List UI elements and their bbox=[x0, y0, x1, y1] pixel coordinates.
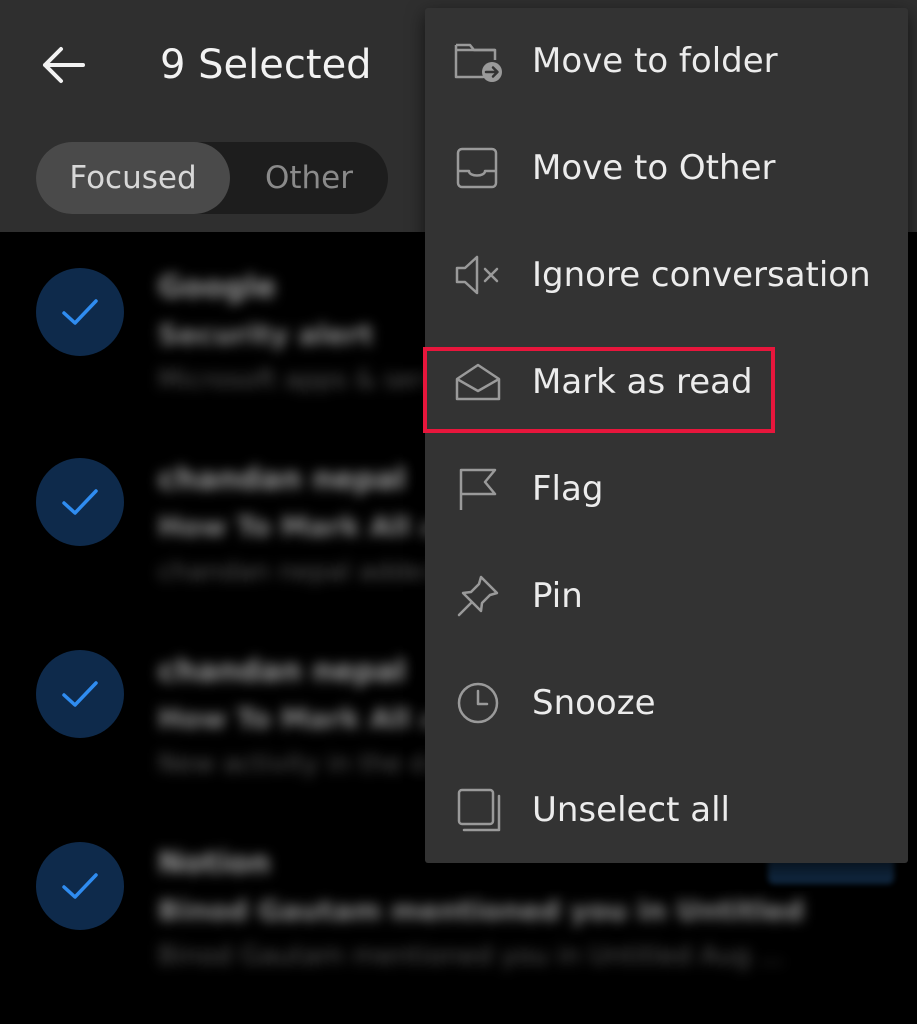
tab-other[interactable]: Other bbox=[230, 142, 388, 214]
menu-item-label: Snooze bbox=[532, 683, 656, 723]
inbox-tray-icon bbox=[453, 145, 503, 191]
menu-item-ignore-conversation[interactable]: Ignore conversation bbox=[425, 222, 908, 329]
menu-item-label: Pin bbox=[532, 576, 583, 616]
mark-as-read-highlight bbox=[423, 347, 775, 433]
menu-item-move-to-other[interactable]: Move to Other bbox=[425, 115, 908, 222]
menu-item-label: Ignore conversation bbox=[532, 255, 871, 295]
inbox-tab-switch: Focused Other bbox=[36, 142, 388, 214]
page-title: 9 Selected bbox=[160, 42, 372, 88]
flag-icon bbox=[453, 466, 503, 512]
message-subject: Binod Gautam mentioned you in Untitled bbox=[158, 894, 805, 927]
selected-checkmark[interactable] bbox=[36, 268, 124, 356]
clock-icon bbox=[453, 680, 503, 726]
checkmark-icon bbox=[62, 299, 98, 325]
selected-checkmark[interactable] bbox=[36, 458, 124, 546]
stacked-squares-icon bbox=[453, 787, 503, 833]
selected-checkmark[interactable] bbox=[36, 842, 124, 930]
menu-item-label: Move to folder bbox=[532, 41, 778, 81]
message-preview: Binod Gautam mentioned you in Untitled A… bbox=[158, 941, 784, 971]
checkmark-icon bbox=[62, 681, 98, 707]
arrow-left-icon bbox=[43, 47, 85, 83]
back-button[interactable] bbox=[36, 38, 90, 92]
checkmark-icon bbox=[62, 489, 98, 515]
menu-item-label: Flag bbox=[532, 469, 604, 509]
folder-move-icon bbox=[453, 38, 503, 84]
menu-item-snooze[interactable]: Snooze bbox=[425, 650, 908, 757]
menu-item-label: Move to Other bbox=[532, 148, 776, 188]
app-root: 9 Selected Focused Other Google Security… bbox=[0, 0, 917, 1024]
tab-focused[interactable]: Focused bbox=[36, 142, 230, 214]
mute-speaker-icon bbox=[453, 252, 503, 298]
menu-item-move-to-folder[interactable]: Move to folder bbox=[425, 8, 908, 115]
checkmark-icon bbox=[62, 873, 98, 899]
pin-icon bbox=[453, 573, 503, 619]
menu-item-pin[interactable]: Pin bbox=[425, 543, 908, 650]
menu-item-label: Unselect all bbox=[532, 790, 730, 830]
selected-checkmark[interactable] bbox=[36, 650, 124, 738]
overflow-menu: Move to folder Move to Other Ignore conv… bbox=[425, 8, 908, 863]
menu-item-unselect-all[interactable]: Unselect all bbox=[425, 757, 908, 864]
menu-item-flag[interactable]: Flag bbox=[425, 436, 908, 543]
